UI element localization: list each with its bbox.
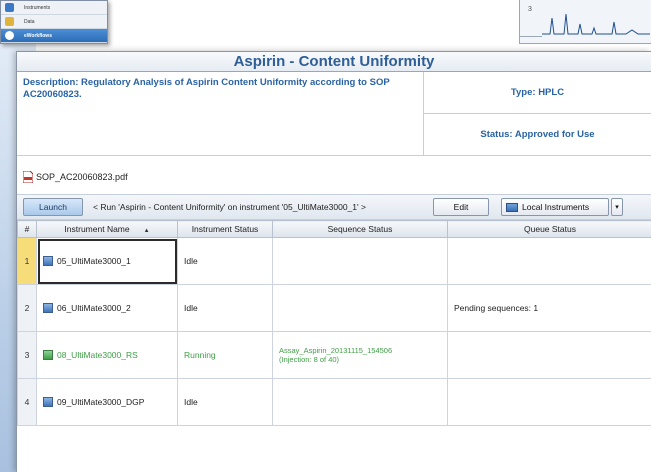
queue-status xyxy=(447,331,651,379)
attachment-link[interactable]: SOP_AC20060823.pdf xyxy=(17,166,651,188)
instrument-name-cell[interactable]: 06_UltiMate3000_2 xyxy=(36,284,178,332)
attachment-filename: SOP_AC20060823.pdf xyxy=(36,172,128,182)
workflow-status: Status: Approved for Use xyxy=(424,113,651,155)
queue-status: Pending sequences: 1 xyxy=(447,284,651,332)
data-folder-icon xyxy=(5,17,14,26)
row-number[interactable]: 2 xyxy=(17,284,37,332)
sort-ascending-icon[interactable]: ▲ xyxy=(144,228,150,234)
column-header-label: Instrument Name xyxy=(64,224,130,234)
pdf-icon xyxy=(22,170,34,184)
eworkflows-icon xyxy=(5,31,14,40)
nav-item-data[interactable]: Data xyxy=(1,15,107,29)
sequence-status: Assay_Aspirin_20131115_154506 (Injection… xyxy=(272,331,448,379)
table-row[interactable]: 4 09_UltiMate3000_DGP Idle xyxy=(17,378,651,426)
row-number[interactable]: 3 xyxy=(17,331,37,379)
table-row[interactable]: 3 08_UltiMate3000_RS Running Assay_Aspir… xyxy=(17,331,651,379)
navigation-panel: Instruments Data eWorkflows xyxy=(0,0,108,44)
workflow-header: Description: Regulatory Analysis of Aspi… xyxy=(17,72,651,156)
instrument-name-cell[interactable]: 08_UltiMate3000_RS xyxy=(36,331,178,379)
instrument-status: Idle xyxy=(177,378,273,426)
sequence-name: Assay_Aspirin_20131115_154506 xyxy=(279,346,393,355)
workflow-type: Type: HPLC xyxy=(510,87,565,98)
sequence-status xyxy=(272,378,448,426)
queue-status xyxy=(447,378,651,426)
row-number[interactable]: 1 xyxy=(17,237,37,285)
background-row-number: 3 xyxy=(528,6,532,13)
instrument-name-cell[interactable]: 05_UltiMate3000_1 xyxy=(36,237,178,285)
instrument-name: 05_UltiMate3000_1 xyxy=(57,256,131,266)
instrument-toolbar: Launch < Run 'Aspirin - Content Uniformi… xyxy=(17,194,651,220)
instrument-table: # Instrument Name ▲ Instrument Status Seq… xyxy=(17,220,651,426)
chromatogram-trace xyxy=(542,13,650,35)
edit-button[interactable]: Edit xyxy=(433,198,489,216)
sequence-status xyxy=(272,237,448,285)
instrument-icon xyxy=(43,256,53,266)
instrument-name: 08_UltiMate3000_RS xyxy=(57,350,138,360)
instrument-icon xyxy=(43,397,53,407)
instrument-status: Running xyxy=(177,331,273,379)
column-header-number[interactable]: # xyxy=(17,220,37,238)
column-header-queue-status[interactable]: Queue Status xyxy=(447,220,651,238)
instrument-name: 06_UltiMate3000_2 xyxy=(57,303,131,313)
column-header-instrument-status[interactable]: Instrument Status xyxy=(177,220,273,238)
background-chart-panel: 3 xyxy=(519,0,651,44)
workflow-meta: Type: HPLC Status: Approved for Use xyxy=(424,72,651,155)
local-instruments-label: Local Instruments xyxy=(522,202,590,212)
row-number[interactable]: 4 xyxy=(17,378,37,426)
nav-item-label: Instruments xyxy=(24,4,51,11)
column-header-instrument-name[interactable]: Instrument Name ▲ xyxy=(36,220,178,238)
instrument-name: 09_UltiMate3000_DGP xyxy=(57,397,145,407)
sequence-status xyxy=(272,284,448,332)
instrument-icon xyxy=(43,303,53,313)
window-title: Aspirin - Content Uniformity xyxy=(17,52,651,72)
queue-status xyxy=(447,237,651,285)
nav-item-instruments[interactable]: Instruments xyxy=(1,1,107,15)
table-row[interactable]: 2 06_UltiMate3000_2 Idle Pending sequenc… xyxy=(17,284,651,332)
instrument-status: Idle xyxy=(177,284,273,332)
instrument-icon xyxy=(43,350,53,360)
sequence-progress: (Injection: 8 of 40) xyxy=(279,355,340,364)
chevron-down-icon[interactable]: ▾ xyxy=(611,198,623,216)
run-description: < Run 'Aspirin - Content Uniformity' on … xyxy=(93,202,366,212)
instrument-status: Idle xyxy=(177,237,273,285)
nav-item-label: Data xyxy=(24,18,35,25)
launch-button[interactable]: Launch xyxy=(23,198,83,216)
local-instruments-button[interactable]: Local Instruments xyxy=(501,198,609,216)
background-divider xyxy=(520,36,542,37)
instruments-icon xyxy=(5,3,14,12)
nav-item-eworkflows[interactable]: eWorkflows xyxy=(1,29,107,43)
instrument-name-cell[interactable]: 09_UltiMate3000_DGP xyxy=(36,378,178,426)
column-header-sequence-status[interactable]: Sequence Status xyxy=(272,220,448,238)
monitor-icon xyxy=(506,202,518,212)
nav-item-label: eWorkflows xyxy=(24,32,52,39)
table-row[interactable]: 1 05_UltiMate3000_1 Idle xyxy=(17,237,651,285)
eworkflow-window: Aspirin - Content Uniformity Description… xyxy=(16,51,651,472)
workflow-description: Description: Regulatory Analysis of Aspi… xyxy=(17,72,424,155)
